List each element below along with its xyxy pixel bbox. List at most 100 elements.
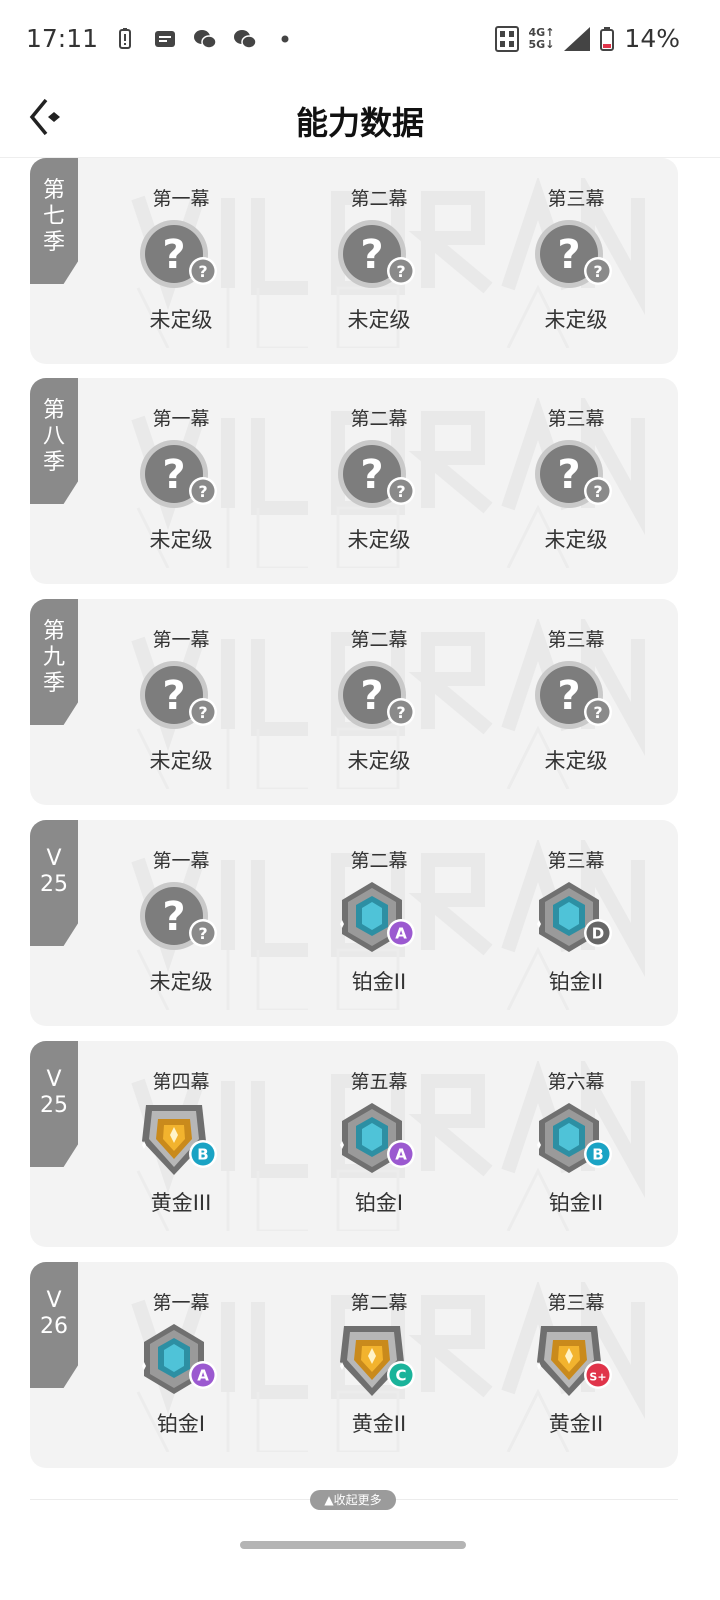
svg-text:?: ? (593, 703, 602, 722)
act-item[interactable]: 第二幕?? 未定级 (309, 186, 449, 356)
svg-text:?: ? (198, 262, 207, 281)
rank-name: 未定级 (544, 308, 608, 332)
act-item[interactable]: 第三幕?? 未定级 (506, 186, 646, 356)
act-name: 第六幕 (547, 1071, 605, 1093)
rank-name: 铂金I (354, 1191, 404, 1215)
act-item[interactable]: 第五幕 A 铂金I (309, 1069, 449, 1239)
wechat-icon (234, 30, 257, 49)
svg-text:?: ? (557, 452, 580, 498)
act-item[interactable]: 第一幕?? 未定级 (111, 186, 251, 356)
rank-name: 黄金III (150, 1191, 212, 1215)
rank-letter-badge: ? (387, 698, 415, 726)
svg-text:S+: S+ (589, 1371, 606, 1384)
act-name: 第三幕 (547, 850, 605, 872)
act-row: 第一幕?? 未定级 第二幕?? 未定级 第三幕?? 未定级 (90, 627, 678, 797)
svg-text:A: A (395, 1146, 407, 1164)
rank-letter-badge: D (584, 919, 612, 947)
act-name: 第二幕 (350, 1292, 408, 1314)
act-item[interactable]: 第二幕 C 黄金II (309, 1290, 449, 1460)
rank-name: 未定级 (149, 970, 213, 994)
act-name: 第一幕 (152, 408, 210, 430)
season-tag-label: V 25 (40, 1067, 68, 1118)
rank-letter-badge: A (387, 1140, 415, 1168)
act-row: 第一幕?? 未定级 第二幕 A 铂金II 第三幕 D 铂金II (90, 848, 678, 1018)
signal-icon (564, 26, 591, 51)
nav-bar: 能力数据 (0, 80, 720, 158)
svg-text:?: ? (360, 673, 383, 719)
act-name: 第一幕 (152, 629, 210, 651)
act-item[interactable]: 第一幕?? 未定级 (111, 848, 251, 1018)
season-card: 第 七 季 第一幕?? 未定级 第二幕?? 未定级 第三幕?? 未定级 (30, 158, 678, 364)
season-card: V 25 第一幕?? 未定级 第二幕 A 铂金II 第三幕 D 铂金II (30, 820, 678, 1026)
svg-text:?: ? (593, 482, 602, 501)
collapse-more-button[interactable]: ▲收起更多 (310, 1490, 396, 1510)
rank-letter-badge: ? (584, 477, 612, 505)
act-item[interactable]: 第一幕 A 铂金I (111, 1290, 251, 1460)
act-row: 第四幕 B 黄金III 第五幕 A 铂金I 第六幕 B 铂金II (90, 1069, 678, 1239)
rank-letter-badge: ? (584, 257, 612, 285)
act-item[interactable]: 第一幕?? 未定级 (111, 406, 251, 576)
act-item[interactable]: 第二幕?? 未定级 (309, 406, 449, 576)
svg-text:?: ? (396, 482, 405, 501)
rank-name: 黄金II (351, 1412, 407, 1436)
season-tag-label: 第 八 季 (42, 398, 65, 475)
act-row: 第一幕?? 未定级 第二幕?? 未定级 第三幕?? 未定级 (90, 406, 678, 576)
season-card: 第 八 季 第一幕?? 未定级 第二幕?? 未定级 第三幕?? 未定级 (30, 378, 678, 584)
rank-letter-badge: ? (584, 698, 612, 726)
act-item[interactable]: 第三幕?? 未定级 (506, 406, 646, 576)
message-icon (155, 31, 175, 47)
season-card: V 26 第一幕 A 铂金I 第二幕 C 黄金II 第三幕 S+ 黄金II (30, 1262, 678, 1468)
rank-name: 未定级 (149, 308, 213, 332)
rank-name: 未定级 (544, 749, 608, 773)
act-item[interactable]: 第四幕 B 黄金III (111, 1069, 251, 1239)
battery-alert-icon (119, 28, 131, 49)
rank-badge: A (136, 1322, 226, 1402)
rank-name: 黄金II (548, 1412, 604, 1436)
act-item[interactable]: 第一幕?? 未定级 (111, 627, 251, 797)
rank-badge: ?? (531, 659, 621, 739)
act-name: 第三幕 (547, 629, 605, 651)
network-type: 4G↑ 5G↓ (528, 25, 555, 51)
season-card: V 25 第四幕 B 黄金III 第五幕 A 铂金I 第六幕 B 铂金II (30, 1041, 678, 1247)
svg-text:C: C (395, 1367, 406, 1385)
svg-text:D: D (592, 925, 604, 943)
rank-letter-badge: B (189, 1140, 217, 1168)
hd-icon (494, 25, 519, 52)
rank-badge: ?? (136, 880, 226, 960)
season-tag-label: 第 九 季 (42, 619, 65, 696)
rank-letter-badge: B (584, 1140, 612, 1168)
svg-text:?: ? (557, 673, 580, 719)
act-item[interactable]: 第六幕 B 铂金II (506, 1069, 646, 1239)
season-tag-label: V 26 (40, 1288, 68, 1339)
season-tag-label: 第 七 季 (42, 178, 65, 255)
act-item[interactable]: 第三幕?? 未定级 (506, 627, 646, 797)
rank-letter-badge: A (189, 1361, 217, 1389)
rank-name: 铂金II (548, 970, 604, 994)
act-item[interactable]: 第二幕 A 铂金II (309, 848, 449, 1018)
act-name: 第二幕 (350, 188, 408, 210)
rank-letter-badge: ? (189, 257, 217, 285)
rank-letter-badge: S+ (584, 1361, 612, 1389)
rank-letter-badge: A (387, 919, 415, 947)
rank-badge: ?? (136, 659, 226, 739)
rank-badge: ?? (334, 438, 424, 518)
act-name: 第三幕 (547, 188, 605, 210)
svg-text:?: ? (198, 703, 207, 722)
act-name: 第二幕 (350, 629, 408, 651)
svg-text:A: A (395, 925, 407, 943)
rank-badge: ?? (334, 659, 424, 739)
rank-badge: A (334, 1101, 424, 1181)
svg-text:?: ? (162, 452, 185, 498)
more-dot-icon (281, 35, 289, 43)
act-item[interactable]: 第二幕?? 未定级 (309, 627, 449, 797)
rank-badge: ?? (136, 218, 226, 298)
rank-badge: ?? (334, 218, 424, 298)
svg-text:A: A (197, 1367, 209, 1385)
rank-badge: B (531, 1101, 621, 1181)
svg-text:?: ? (162, 673, 185, 719)
rank-name: 未定级 (347, 528, 411, 552)
act-item[interactable]: 第三幕 D 铂金II (506, 848, 646, 1018)
act-item[interactable]: 第三幕 S+ 黄金II (506, 1290, 646, 1460)
svg-text:B: B (592, 1146, 603, 1164)
home-indicator[interactable] (240, 1541, 466, 1549)
